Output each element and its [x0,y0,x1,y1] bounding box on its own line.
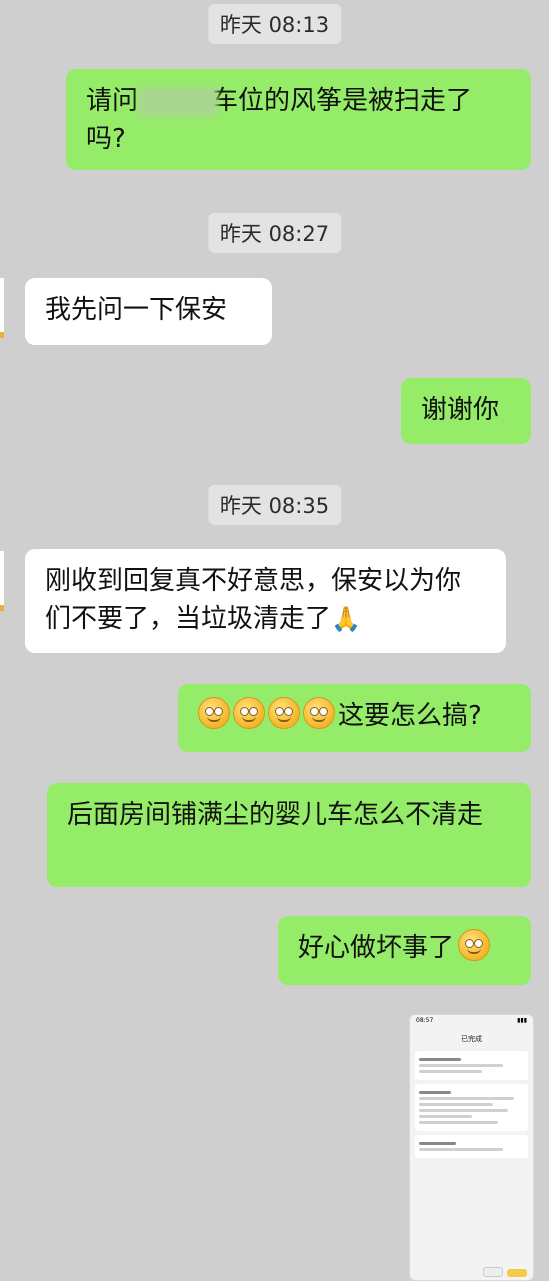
message-text: 这要怎么搞? [338,701,482,731]
message-text: 请问 [86,86,139,116]
thumbnail-button [507,1269,527,1277]
message-bubble-incoming[interactable]: 我先问一下保安 [25,278,272,345]
timestamp: 昨天 08:35 [207,485,342,525]
thumbnail-title: 已完成 [461,1035,482,1043]
image-message-thumbnail[interactable]: 08:57 ▮▮▮ 已完成 [409,1014,534,1281]
signal-icon: ▮▮▮ [517,1017,527,1024]
message-text: 后面房间铺满尘的婴儿车怎么不清走 [67,800,484,830]
message-bubble-outgoing[interactable]: 请问 车位的风筝是被扫走了吗? [66,69,531,170]
thumbnail-time: 08:57 [416,1017,434,1024]
smiling-face-icon [268,697,300,729]
avatar-edge[interactable] [0,278,4,333]
smiling-face-icon [233,697,265,729]
thumbnail-status-bar: 08:57 ▮▮▮ [410,1015,533,1031]
message-bubble-outgoing[interactable]: 这要怎么搞? [178,684,531,752]
smiling-face-icon [458,929,491,961]
smiling-face-icon [198,697,230,729]
smiling-face-icon [303,697,335,729]
message-bubble-outgoing[interactable]: 后面房间铺满尘的婴儿车怎么不清走 [47,783,531,887]
thumbnail-card [415,1135,528,1158]
message-text: 我先问一下保安 [45,295,228,325]
timestamp: 昨天 08:27 [207,213,342,253]
message-bubble-outgoing[interactable]: 好心做坏事了 [278,916,531,985]
thumbnail-card [415,1084,528,1131]
redacted-text [138,86,219,117]
timestamp: 昨天 08:13 [207,4,342,44]
message-bubble-incoming[interactable]: 刚收到回复真不好意思，保安以为你们不要了，当垃圾清走了🙏 [25,549,506,653]
thumbnail-button [483,1267,503,1277]
thumbnail-card [415,1051,528,1080]
pinched-hand-icon: 🙏 [331,605,361,633]
message-text: 刚收到回复真不好意思，保安以为你们不要了，当垃圾清走了 [45,566,462,634]
avatar-edge-accent [0,605,4,611]
message-text: 好心做坏事了 [298,933,455,963]
avatar-edge-accent [0,332,4,338]
message-text: 谢谢你 [421,395,500,425]
avatar-edge[interactable] [0,551,4,606]
message-bubble-outgoing[interactable]: 谢谢你 [401,378,531,444]
